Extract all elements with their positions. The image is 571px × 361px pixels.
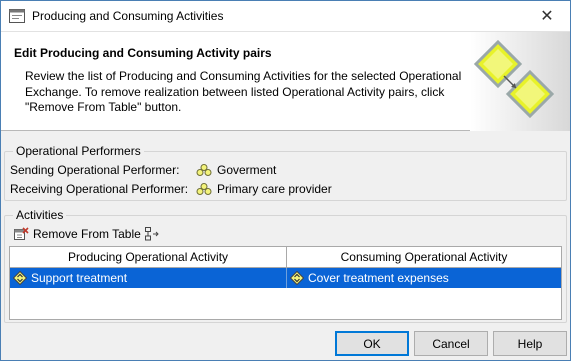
remove-from-table-icon — [14, 227, 29, 240]
activities-table: Producing Operational Activity Consuming… — [9, 246, 562, 320]
producing-activity-cell[interactable]: Support treatment — [10, 268, 287, 288]
performer-icon — [196, 183, 212, 195]
receiving-performer-label: Receiving Operational Performer: — [10, 182, 189, 196]
close-button[interactable]: ✕ — [524, 1, 570, 31]
remove-from-table-button[interactable]: Remove From Table — [14, 227, 141, 241]
title-bar: Producing and Consuming Activities ✕ — [1, 1, 570, 31]
cancel-button[interactable]: Cancel — [414, 331, 488, 356]
sending-performer-value[interactable]: Goverment — [196, 163, 276, 177]
table-row[interactable]: Support treatment Cover treatment expens… — [10, 268, 561, 288]
sending-performer-label: Sending Operational Performer: — [10, 163, 180, 177]
producing-activity-name: Support treatment — [31, 271, 128, 285]
operational-performers-label: Operational Performers — [13, 144, 144, 158]
auto-size-columns-icon[interactable] — [145, 227, 159, 241]
remove-from-table-label: Remove From Table — [33, 227, 141, 241]
dialog-window: Producing and Consuming Activities ✕ Edi… — [0, 0, 571, 361]
sending-performer-name: Goverment — [217, 163, 277, 177]
consuming-activity-name: Cover treatment expenses — [308, 271, 449, 285]
performer-icon — [196, 164, 212, 176]
dialog-footer: OK Cancel Help — [1, 325, 570, 360]
column-header-producing[interactable]: Producing Operational Activity — [10, 247, 287, 267]
operational-activity-icon — [13, 271, 27, 285]
table-header: Producing Operational Activity Consuming… — [10, 247, 561, 268]
header-description: Review the list of Producing and Consumi… — [25, 69, 462, 114]
header-title: Edit Producing and Consuming Activity pa… — [14, 46, 272, 60]
activities-label: Activities — [13, 208, 67, 222]
receiving-performer-value[interactable]: Primary care provider — [196, 182, 332, 196]
help-button[interactable]: Help — [493, 331, 567, 356]
close-icon: ✕ — [540, 8, 554, 25]
operational-activity-icon — [290, 271, 304, 285]
header-panel: Edit Producing and Consuming Activity pa… — [1, 31, 570, 131]
receiving-performer-name: Primary care provider — [217, 182, 332, 196]
consuming-activity-cell[interactable]: Cover treatment expenses — [287, 268, 561, 288]
app-icon — [9, 9, 25, 23]
window-title: Producing and Consuming Activities — [32, 9, 224, 23]
diamonds-illustration-icon — [470, 32, 570, 131]
ok-button[interactable]: OK — [335, 331, 409, 356]
column-header-consuming[interactable]: Consuming Operational Activity — [287, 247, 561, 267]
